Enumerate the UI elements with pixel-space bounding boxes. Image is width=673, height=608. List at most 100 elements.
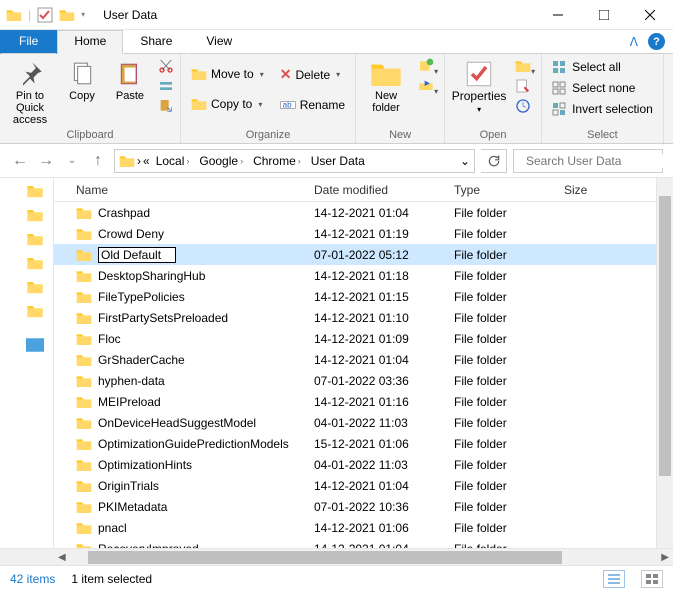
file-name: Crowd Deny: [98, 227, 164, 241]
nav-item[interactable]: [26, 232, 44, 246]
list-row[interactable]: Crowd Deny14-12-2021 01:19File folder: [54, 223, 673, 244]
list-row[interactable]: OptimizationHints04-01-2022 11:03File fo…: [54, 454, 673, 475]
breadcrumb[interactable]: › « Local › Google › Chrome › User Data …: [114, 149, 475, 173]
file-type: File folder: [454, 374, 564, 388]
minimize-button[interactable]: [535, 0, 581, 30]
nav-item[interactable]: [26, 184, 44, 198]
file-type: File folder: [454, 395, 564, 409]
paste-shortcut-icon[interactable]: [158, 98, 174, 117]
status-selected: 1 item selected: [71, 572, 152, 586]
properties-button[interactable]: Properties ▾: [451, 56, 507, 115]
crumb-item: Local ›: [152, 154, 194, 168]
forward-button[interactable]: →: [36, 152, 56, 170]
copy-button[interactable]: Copy: [62, 56, 102, 102]
move-to-button[interactable]: Move to▾: [187, 64, 268, 84]
list-row[interactable]: GrShaderCache14-12-2021 01:04File folder: [54, 349, 673, 370]
list-row[interactable]: OnDeviceHeadSuggestModel04-01-2022 11:03…: [54, 412, 673, 433]
tab-share[interactable]: Share: [123, 30, 189, 54]
recent-dropdown[interactable]: ⌄: [62, 155, 82, 166]
navbar: ← → ⌄ ↑ › « Local › Google › Chrome › Us…: [0, 144, 673, 178]
header-size[interactable]: Size: [564, 183, 624, 197]
tab-file[interactable]: File: [0, 30, 57, 54]
scroll-right-icon[interactable]: ▶: [657, 552, 673, 563]
rename-button[interactable]: abRename: [276, 95, 349, 115]
qat-dropdown-icon[interactable]: ▾: [81, 10, 85, 19]
folder-icon: [76, 521, 92, 535]
list-row[interactable]: Floc14-12-2021 01:09File folder: [54, 328, 673, 349]
file-type: File folder: [454, 458, 564, 472]
close-button[interactable]: [627, 0, 673, 30]
list-row[interactable]: hyphen-data07-01-2022 03:36File folder: [54, 370, 673, 391]
qat-folder-icon[interactable]: [59, 7, 75, 23]
file-date: 14-12-2021 01:04: [314, 353, 454, 367]
file-date: 07-01-2022 10:36: [314, 500, 454, 514]
refresh-button[interactable]: [481, 149, 507, 173]
group-new-label: New: [362, 127, 438, 143]
details-view-button[interactable]: [603, 570, 625, 588]
header-name[interactable]: Name: [54, 183, 314, 197]
nav-item[interactable]: [26, 208, 44, 222]
list-row[interactable]: FileTypePolicies14-12-2021 01:15File fol…: [54, 286, 673, 307]
navigation-pane[interactable]: [0, 178, 54, 548]
new-folder-button[interactable]: New folder: [362, 56, 410, 114]
list-row[interactable]: FirstPartySetsPreloaded14-12-2021 01:10F…: [54, 307, 673, 328]
ribbon-collapse-icon[interactable]: ᐱ: [630, 35, 638, 49]
folder-icon: [76, 311, 92, 325]
list-row[interactable]: MEIPreload14-12-2021 01:16File folder: [54, 391, 673, 412]
tab-home[interactable]: Home: [57, 30, 123, 54]
delete-button[interactable]: ✕Delete▾: [276, 64, 349, 85]
list-row[interactable]: Crashpad14-12-2021 01:04File folder: [54, 202, 673, 223]
maximize-button[interactable]: [581, 0, 627, 30]
qat-checkbox-icon[interactable]: [37, 7, 53, 23]
list-row[interactable]: RecoveryImproved14-12-2021 01:04File fol…: [54, 538, 673, 548]
breadcrumb-folder-icon: [119, 153, 135, 169]
help-icon[interactable]: ?: [648, 33, 665, 50]
ribbon-tabs: File Home Share View ᐱ ?: [0, 30, 673, 54]
nav-item[interactable]: [26, 338, 44, 352]
scroll-left-icon[interactable]: ◀: [54, 552, 70, 563]
list-row[interactable]: OriginTrials14-12-2021 01:04File folder: [54, 475, 673, 496]
file-name: pnacl: [98, 521, 127, 535]
invert-selection-button[interactable]: Invert selection: [548, 100, 657, 118]
paste-button[interactable]: Paste: [110, 56, 150, 102]
copy-to-button[interactable]: Copy to▾: [187, 94, 268, 114]
crumb-item: Google ›: [195, 154, 247, 168]
file-name: OnDeviceHeadSuggestModel: [98, 416, 256, 430]
list-row[interactable]: pnacl14-12-2021 01:06File folder: [54, 517, 673, 538]
horizontal-scrollbar[interactable]: ◀ ▶: [0, 548, 673, 565]
search-box[interactable]: [513, 149, 663, 173]
group-organize-label: Organize: [187, 127, 349, 143]
tab-view[interactable]: View: [189, 30, 249, 54]
edit-icon[interactable]: [515, 78, 535, 97]
list-row[interactable]: DesktopSharingHub14-12-2021 01:18File fo…: [54, 265, 673, 286]
folder-icon: [76, 416, 92, 430]
list-row[interactable]: PKIMetadata07-01-2022 10:36File folder: [54, 496, 673, 517]
list-row[interactable]: 07-01-2022 05:12File folder: [54, 244, 673, 265]
new-item-icon[interactable]: ▾: [418, 58, 438, 77]
pin-quick-access-button[interactable]: Pin to Quick access: [6, 56, 54, 126]
select-none-button[interactable]: Select none: [548, 79, 657, 97]
cut-icon[interactable]: [158, 58, 174, 77]
nav-item[interactable]: [26, 256, 44, 270]
file-date: 14-12-2021 01:04: [314, 542, 454, 549]
up-button[interactable]: ↑: [88, 152, 108, 170]
folder-icon: [191, 96, 207, 112]
list-row[interactable]: OptimizationGuidePredictionModels15-12-2…: [54, 433, 673, 454]
file-name: OptimizationHints: [98, 458, 192, 472]
back-button[interactable]: ←: [10, 152, 30, 170]
nav-item[interactable]: [26, 280, 44, 294]
history-icon[interactable]: [515, 98, 535, 117]
vertical-scrollbar[interactable]: [656, 178, 673, 548]
header-type[interactable]: Type: [454, 183, 564, 197]
search-input[interactable]: [526, 154, 673, 168]
open-icon[interactable]: ▾: [515, 58, 535, 77]
copy-path-icon[interactable]: [158, 78, 174, 97]
header-date[interactable]: Date modified: [314, 183, 454, 197]
icons-view-button[interactable]: [641, 570, 663, 588]
easy-access-icon[interactable]: ▾: [418, 78, 438, 97]
select-all-button[interactable]: Select all: [548, 58, 657, 76]
breadcrumb-dropdown-icon[interactable]: ⌄: [460, 154, 470, 168]
rename-input[interactable]: [98, 247, 176, 263]
file-date: 14-12-2021 01:15: [314, 290, 454, 304]
nav-item[interactable]: [26, 304, 44, 318]
